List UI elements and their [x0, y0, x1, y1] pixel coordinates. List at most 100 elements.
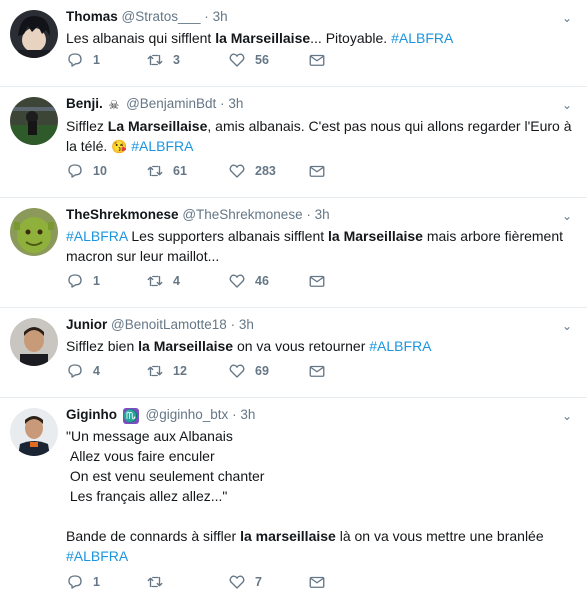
reply-count: 1 [93, 575, 100, 589]
tweet-text: Les albanais qui sifflent la Marseillais… [66, 28, 575, 48]
reply-button[interactable]: 4 [66, 360, 100, 382]
retweet-button[interactable]: 3 [146, 49, 180, 71]
like-button[interactable]: 7 [228, 571, 262, 593]
retweet-count: 61 [173, 164, 187, 178]
retweet-button[interactable]: 4 [146, 270, 180, 292]
timestamp[interactable]: 3h [228, 96, 243, 111]
avatar[interactable] [10, 208, 58, 256]
like-count: 283 [255, 164, 276, 178]
tweet-text-segment: ... Pitoyable. [310, 30, 392, 46]
display-name[interactable]: Junior [66, 317, 107, 332]
display-name[interactable]: TheShrekmonese [66, 207, 179, 222]
chevron-down-icon[interactable]: ⌄ [559, 408, 575, 424]
chevron-down-icon[interactable]: ⌄ [559, 208, 575, 224]
tweet[interactable]: Benji. ☠ @BenjaminBdt · 3h ⌄ Sifflez La … [0, 87, 587, 198]
reply-icon [68, 164, 82, 178]
hashtag-link[interactable]: #ALBFRA [369, 338, 431, 354]
display-name[interactable]: Giginho [66, 407, 117, 422]
tweet-text-segment: Les supporters albanais sifflent [127, 228, 329, 244]
like-count: 7 [255, 575, 262, 589]
separator: · [232, 407, 237, 422]
like-button[interactable]: 46 [228, 270, 269, 292]
envelope-icon [309, 275, 325, 287]
user-handle[interactable]: @BenoitLamotte18 [111, 317, 227, 332]
display-name[interactable]: Thomas [66, 9, 118, 24]
display-name[interactable]: Benji. [66, 96, 103, 111]
user-handle[interactable]: @TheShrekmonese [182, 207, 302, 222]
reply-icon [68, 53, 82, 67]
reply-icon [68, 274, 82, 288]
retweet-icon [147, 365, 163, 377]
tweet-text: Sifflez La Marseillaise, amis albanais. … [66, 116, 575, 157]
hashtag-link[interactable]: #ALBFRA [391, 30, 453, 46]
reply-icon [68, 364, 82, 378]
chevron-down-icon[interactable]: ⌄ [559, 10, 575, 26]
message-button[interactable] [308, 160, 335, 182]
bold-text: La Marseillaise [107, 118, 208, 134]
like-count: 56 [255, 53, 269, 67]
tweet-text: #ALBFRA Les supporters albanais sifflent… [66, 226, 575, 266]
hashtag-link[interactable]: #ALBFRA [66, 548, 128, 564]
like-button[interactable]: 283 [228, 160, 276, 182]
tweet-text: "Un message aux Albanais Allez vous fair… [66, 426, 575, 566]
timestamp[interactable]: 3h [239, 317, 254, 332]
retweet-button[interactable]: 61 [146, 160, 187, 182]
tweet[interactable]: TheShrekmonese @TheShrekmonese · 3h ⌄ #A… [0, 198, 587, 308]
reply-count: 4 [93, 364, 100, 378]
user-handle[interactable]: @Stratos___ [122, 9, 201, 24]
message-button[interactable] [308, 49, 335, 71]
heart-icon [229, 53, 245, 67]
tweet-text-segment: on va vous retourner [233, 338, 370, 354]
like-button[interactable]: 56 [228, 49, 269, 71]
like-button[interactable]: 69 [228, 360, 269, 382]
retweet-count: 12 [173, 364, 187, 378]
tweet[interactable]: Giginho ♏ @giginho_btx · 3h ⌄ "Un messag… [0, 398, 587, 609]
avatar[interactable] [10, 318, 58, 366]
heart-icon [229, 575, 245, 589]
reply-count: 1 [93, 53, 100, 67]
separator: · [204, 9, 209, 24]
user-handle[interactable]: @BenjaminBdt [126, 96, 216, 111]
avatar[interactable] [10, 408, 58, 456]
reply-button[interactable]: 10 [66, 160, 107, 182]
hashtag-link[interactable]: #ALBFRA [131, 138, 193, 154]
chevron-down-icon[interactable]: ⌄ [559, 97, 575, 113]
tweet[interactable]: Junior @BenoitLamotte18 · 3h ⌄ Sifflez b… [0, 308, 587, 398]
tweet-text-segment: Sifflez bien [66, 338, 139, 354]
retweet-icon [147, 165, 163, 177]
retweet-button[interactable]: 12 [146, 360, 187, 382]
bold-text: la marseillaise [240, 528, 336, 544]
hashtag-link[interactable]: #ALBFRA [66, 228, 127, 244]
avatar[interactable] [10, 97, 58, 145]
reply-button[interactable]: 1 [66, 270, 100, 292]
tweet-text-segment: là on va vous mettre une branlée [339, 528, 544, 544]
message-button[interactable] [308, 270, 335, 292]
message-button[interactable] [308, 571, 335, 593]
bold-text: la Marseillaise [328, 228, 423, 244]
kiss-emoji: 😘 [111, 139, 128, 154]
reply-button[interactable]: 1 [66, 49, 100, 71]
bold-text: la Marseillaise [215, 30, 311, 46]
timestamp[interactable]: 3h [240, 407, 255, 422]
envelope-icon [309, 54, 325, 66]
separator: · [306, 207, 311, 222]
retweet-icon [147, 54, 163, 66]
reply-button[interactable]: 1 [66, 571, 100, 593]
tweet[interactable]: Thomas @Stratos___ · 3h ⌄ Les albanais q… [0, 0, 587, 87]
retweet-icon [147, 275, 163, 287]
tweet-text-segment: Les albanais qui sifflent [66, 30, 216, 46]
like-count: 46 [255, 274, 269, 288]
avatar[interactable] [10, 10, 58, 58]
like-count: 69 [255, 364, 269, 378]
bold-text: la Marseillaise [138, 338, 234, 354]
separator: · [230, 317, 236, 332]
user-handle[interactable]: @giginho_btx [146, 407, 229, 422]
timestamp[interactable]: 3h [315, 207, 330, 222]
scorpio-sign-icon: ♏ [122, 408, 139, 424]
retweet-button[interactable] [146, 571, 173, 593]
timestamp[interactable]: 3h [213, 9, 228, 24]
reply-count: 1 [93, 274, 100, 288]
message-button[interactable] [308, 360, 335, 382]
chevron-down-icon[interactable]: ⌄ [559, 318, 575, 334]
envelope-icon [309, 576, 325, 588]
